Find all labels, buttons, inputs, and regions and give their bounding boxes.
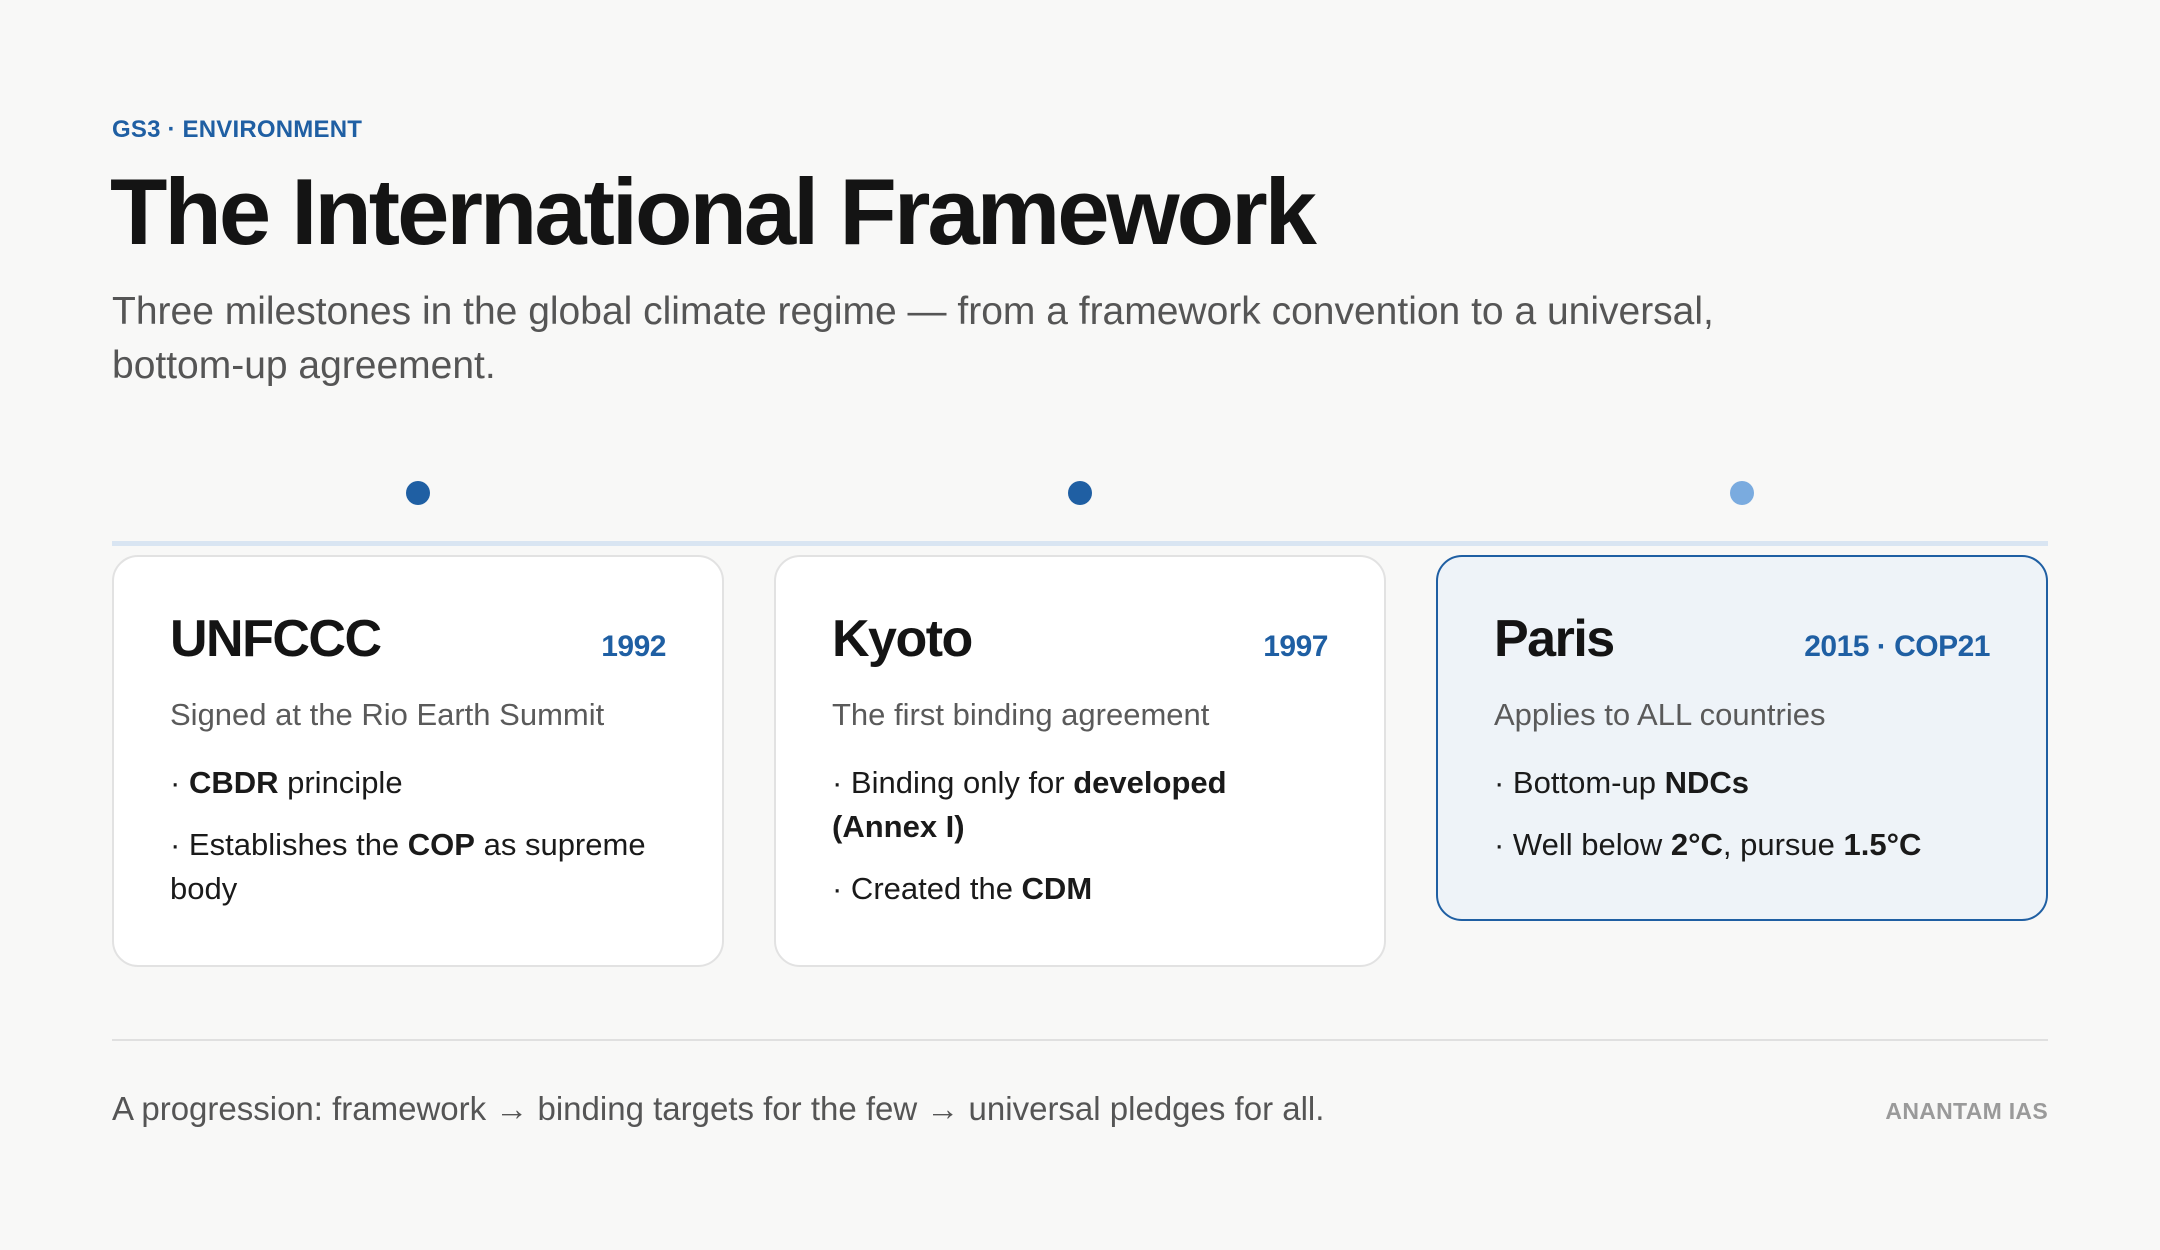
page-subtitle: Three milestones in the global climate r… [112, 290, 1714, 387]
footer-summary: A progression: framework → binding targe… [112, 1090, 1325, 1127]
card-bullet-list: · Binding only for developed (Annex I) ·… [832, 761, 1328, 911]
card-bullet-list: · Bottom-up NDCs · Well below 2°C, pursu… [1494, 761, 1990, 867]
card-bullet: · CBDR principle [170, 765, 403, 800]
brand-logo-text: ANANTAM IAS [1885, 1098, 2048, 1124]
card-bullet: · Binding only for developed (Annex I) [832, 765, 1227, 844]
card-bullet: · Well below 2°C, pursue 1.5°C [1494, 827, 1922, 862]
timeline-dot-kyoto [1068, 481, 1092, 505]
card-subtitle: Applies to ALL countries [1494, 697, 1826, 732]
card-bullet: · Establishes the COP as supreme body [170, 827, 646, 906]
timeline-dot-paris [1730, 481, 1754, 505]
timeline-dot-unfccc [406, 481, 430, 505]
card-bullet-list: · CBDR principle · Establishes the COP a… [170, 761, 666, 911]
card-bullet: · Created the CDM [832, 871, 1093, 906]
card-year: 1997 [1263, 630, 1328, 663]
card-subtitle: Signed at the Rio Earth Summit [170, 697, 605, 732]
footer-divider [112, 1039, 2048, 1041]
card-title: UNFCCC [170, 610, 382, 668]
milestone-card-paris: Paris 2015 · COP21 Applies to ALL countr… [1436, 555, 2048, 921]
card-title: Kyoto [832, 610, 973, 668]
card-year: 1992 [601, 630, 666, 663]
card-year: 2015 · COP21 [1804, 630, 1990, 663]
milestone-card-kyoto: Kyoto 1997 The first binding agreement ·… [774, 555, 1386, 967]
timeline-line [112, 541, 2048, 546]
milestone-card-unfccc: UNFCCC 1992 Signed at the Rio Earth Summ… [112, 555, 724, 967]
section-tag: GS3 · ENVIRONMENT [112, 116, 363, 143]
card-title: Paris [1494, 610, 1615, 668]
card-bullet: · Bottom-up NDCs [1494, 765, 1749, 800]
page-title: The International Framework [110, 159, 1317, 264]
card-subtitle: The first binding agreement [832, 697, 1210, 732]
